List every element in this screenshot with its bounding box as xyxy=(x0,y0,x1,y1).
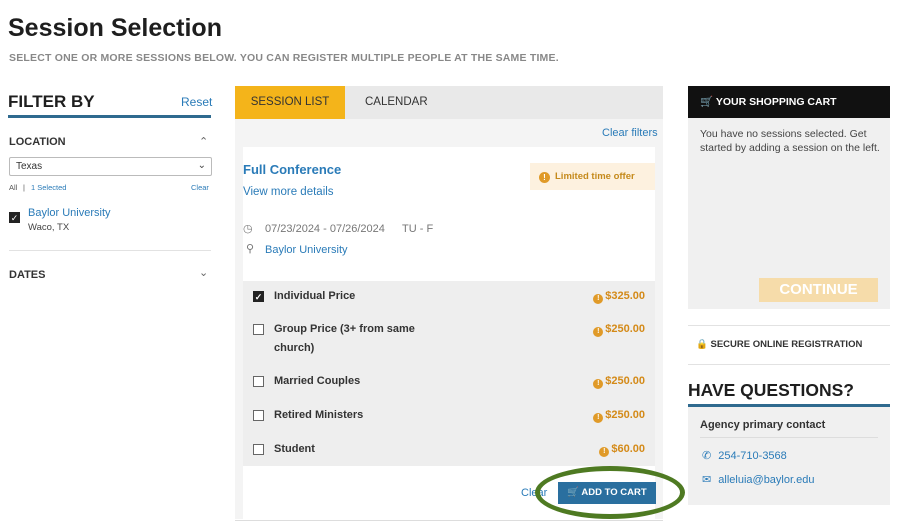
mail-icon: ✉ xyxy=(702,474,712,486)
location-option-baylor[interactable]: ✓ xyxy=(9,208,20,226)
filter-divider xyxy=(8,115,211,118)
checkbox-icon[interactable] xyxy=(253,324,264,335)
contact-label: Agency primary contact xyxy=(700,419,826,431)
info-icon: ! xyxy=(599,447,610,457)
email-address[interactable]: alleluia@baylor.edu xyxy=(718,474,814,486)
filter-title: FILTER BY xyxy=(8,92,95,111)
all-link[interactable]: All xyxy=(9,183,17,192)
location-option-city: Waco, TX xyxy=(28,222,70,233)
secure-registration: 🔒 SECURE ONLINE REGISTRATION xyxy=(696,339,862,350)
price-amount: ! $60.00 xyxy=(599,443,645,457)
price-amount: ! $325.00 xyxy=(593,290,645,304)
questions-title: HAVE QUESTIONS? xyxy=(688,380,854,400)
price-value: $60.00 xyxy=(611,443,645,455)
price-amount: ! $250.00 xyxy=(593,409,645,423)
phone-icon: ✆ xyxy=(702,450,712,462)
badge-text: Limited time offer xyxy=(555,171,635,182)
session-title[interactable]: Full Conference xyxy=(243,162,341,177)
clock-icon: ◷ xyxy=(243,223,253,235)
divider xyxy=(688,325,890,326)
price-label: Group Price (3+ from same xyxy=(274,323,415,335)
info-icon: ! xyxy=(593,294,604,304)
price-label: Married Couples xyxy=(274,375,361,387)
separator: | xyxy=(23,183,25,192)
annotation-ring xyxy=(535,466,685,519)
map-pin-icon: ⚲ xyxy=(246,243,255,255)
location-select-value: Texas xyxy=(16,161,43,172)
checkbox-checked-icon[interactable]: ✓ xyxy=(9,212,20,223)
price-table: ✓ Individual Price ! $325.00 Group Price … xyxy=(243,281,655,466)
price-value: $250.00 xyxy=(605,323,645,335)
price-label: Individual Price xyxy=(274,290,356,302)
clear-location-link[interactable]: Clear xyxy=(191,183,209,192)
divider xyxy=(9,250,211,251)
cart-icon: 🛒 xyxy=(700,96,714,108)
lock-icon: 🔒 xyxy=(696,339,708,350)
chevron-up-icon[interactable]: ⌃ xyxy=(199,135,208,148)
checkbox-checked-icon[interactable]: ✓ xyxy=(253,291,264,302)
clear-filters-link[interactable]: Clear filters xyxy=(602,127,658,139)
checkbox-icon[interactable] xyxy=(253,444,264,455)
price-amount: ! $250.00 xyxy=(593,375,645,389)
page-title: Session Selection xyxy=(8,14,222,42)
session-dates: 07/23/2024 - 07/26/2024 xyxy=(265,223,385,235)
checkbox-icon[interactable] xyxy=(253,376,264,387)
divider xyxy=(688,364,890,365)
cart-header: 🛒 YOUR SHOPPING CART xyxy=(688,86,890,118)
divider xyxy=(700,437,878,438)
price-label: Retired Ministers xyxy=(274,409,364,421)
info-icon: ! xyxy=(593,379,604,389)
price-amount: ! $250.00 xyxy=(593,323,645,337)
price-label: Student xyxy=(274,443,315,455)
chevron-down-icon: ⌄ xyxy=(197,160,206,171)
price-label-continued: church) xyxy=(274,342,315,354)
session-venue[interactable]: Baylor University xyxy=(265,244,348,256)
cart-title: YOUR SHOPPING CART xyxy=(715,96,837,108)
info-icon: ! xyxy=(593,413,604,423)
location-option-name[interactable]: Baylor University xyxy=(28,207,111,219)
price-value: $250.00 xyxy=(605,409,645,421)
limited-offer-badge: ! Limited time offer xyxy=(530,163,655,190)
tab-calendar[interactable]: CALENDAR xyxy=(365,86,428,119)
dates-label: DATES xyxy=(9,269,46,281)
phone-number[interactable]: 254-710-3568 xyxy=(718,450,787,462)
price-value: $250.00 xyxy=(605,375,645,387)
selected-count-link[interactable]: 1 Selected xyxy=(31,183,66,192)
continue-button[interactable]: CONTINUE xyxy=(759,278,878,302)
location-label: LOCATION xyxy=(9,136,66,148)
cart-message: You have no sessions selected. Get start… xyxy=(700,128,880,154)
tab-session-list[interactable]: SESSION LIST xyxy=(235,86,345,119)
phone-contact[interactable]: ✆ 254-710-3568 xyxy=(702,449,787,462)
secure-label: SECURE ONLINE REGISTRATION xyxy=(710,339,863,350)
divider xyxy=(235,520,663,521)
view-details-link[interactable]: View more details xyxy=(243,186,334,198)
email-contact[interactable]: ✉ alleluia@baylor.edu xyxy=(702,473,814,486)
info-icon: ! xyxy=(593,327,604,337)
location-select[interactable]: Texas ⌄ xyxy=(9,157,212,176)
reset-link[interactable]: Reset xyxy=(181,95,212,109)
page-subtitle: SELECT ONE OR MORE SESSIONS BELOW. YOU C… xyxy=(9,52,559,64)
info-icon: ! xyxy=(539,172,550,183)
chevron-down-icon[interactable]: ⌄ xyxy=(199,266,208,279)
session-days: TU - F xyxy=(402,223,434,235)
price-value: $325.00 xyxy=(605,290,645,302)
checkbox-icon[interactable] xyxy=(253,410,264,421)
